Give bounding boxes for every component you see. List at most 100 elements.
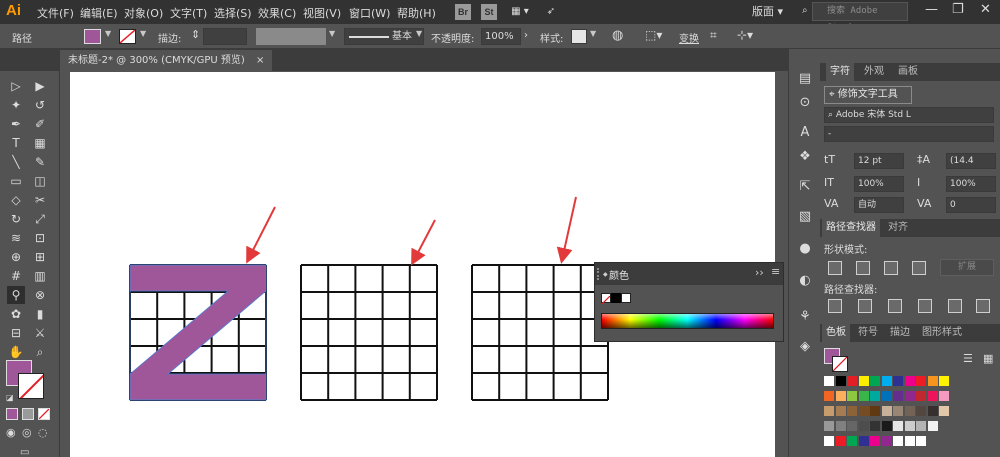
width-tool-icon[interactable]: ≋ <box>7 229 25 247</box>
color-swatch[interactable] <box>847 376 857 386</box>
blend-tool-icon[interactable]: ⊗ <box>31 286 49 304</box>
current-stroke-swatch[interactable] <box>832 356 848 372</box>
menu-file[interactable]: 文件(F) <box>37 5 74 21</box>
opacity-arrow-icon[interactable]: › <box>524 30 528 41</box>
color-swatch[interactable] <box>904 406 915 416</box>
vertical-scale-field[interactable]: 100% <box>854 176 904 192</box>
menu-effect[interactable]: 效果(C) <box>258 5 296 21</box>
color-swatch[interactable] <box>916 406 926 416</box>
shaper-tool-icon[interactable]: ◇ <box>7 191 25 209</box>
paintbrush-tool-icon[interactable]: ✎ <box>31 153 49 171</box>
none-mode-button[interactable] <box>38 408 50 420</box>
tab-appearance[interactable]: 外观 <box>860 63 888 81</box>
grid-tool-icon[interactable]: ▦ <box>31 134 49 152</box>
color-swatch[interactable] <box>927 406 938 416</box>
tab-stroke[interactable]: 描边 <box>886 324 914 342</box>
font-style-field[interactable]: - <box>824 126 994 142</box>
panel-arrows-icon[interactable]: ◆ <box>603 271 608 278</box>
export-icon[interactable]: ⇱ <box>795 177 815 197</box>
grid-view-icon[interactable]: ▦ <box>983 352 993 365</box>
color-swatch[interactable] <box>858 376 869 386</box>
rotate-tool-icon[interactable]: ↻ <box>7 210 25 228</box>
stroke-swatch[interactable] <box>18 373 44 399</box>
crop-button[interactable] <box>918 299 932 313</box>
slice-tool-icon[interactable]: ⚔ <box>31 324 49 342</box>
grid-2[interactable] <box>300 264 438 401</box>
artboard-tool-icon[interactable]: ⊟ <box>7 324 25 342</box>
brush-dropdown-icon[interactable]: ▼ <box>416 29 422 38</box>
color-swatch[interactable] <box>916 421 926 431</box>
document-tab[interactable]: 未标题-2* @ 300% (CMYK/GPU 预览) × <box>60 50 273 71</box>
fill-color-swatch[interactable] <box>84 29 101 44</box>
color-swatch[interactable] <box>835 376 846 386</box>
column-graph-tool-icon[interactable]: ▮ <box>31 305 49 323</box>
color-swatch[interactable] <box>939 391 949 401</box>
color-swatch[interactable] <box>870 391 880 401</box>
stroke-dropdown-icon[interactable]: ▼ <box>140 29 146 38</box>
font-size-field[interactable]: 12 pt <box>854 153 904 169</box>
color-swatch[interactable] <box>881 391 892 401</box>
transparency-icon[interactable]: ▧ <box>795 207 815 227</box>
line-segment-tool-icon[interactable]: ╲ <box>7 153 25 171</box>
perspective-grid-tool-icon[interactable]: ⊞ <box>31 248 49 266</box>
leading-field[interactable]: (14.4 <box>946 153 996 169</box>
color-swatch[interactable] <box>916 376 926 386</box>
menu-view[interactable]: 视图(V) <box>303 5 341 21</box>
color-swatch[interactable] <box>858 406 869 416</box>
color-swatch[interactable] <box>847 421 857 431</box>
menu-select[interactable]: 选择(S) <box>214 5 252 21</box>
eraser-tool-icon[interactable]: ◫ <box>31 172 49 190</box>
outline-button[interactable] <box>948 299 962 313</box>
isolate-object-icon[interactable]: ⌗ <box>710 28 717 43</box>
color-panel-icon[interactable]: ◐ <box>795 271 815 291</box>
color-swatch[interactable] <box>893 421 903 431</box>
color-swatch[interactable] <box>893 406 903 416</box>
align-icon[interactable]: ⬚▾ <box>645 28 662 42</box>
unite-button[interactable] <box>828 261 842 275</box>
draw-inside-icon[interactable]: ◌ <box>38 426 48 439</box>
color-swatch[interactable] <box>847 406 857 416</box>
fill-dropdown-icon[interactable]: ▼ <box>105 29 111 38</box>
color-swatch[interactable] <box>870 421 880 431</box>
color-swatch[interactable] <box>904 421 915 431</box>
tab-pathfinder[interactable]: 路径查找器 <box>822 219 880 237</box>
color-swatch[interactable] <box>893 436 903 446</box>
bridge-icon[interactable]: Br <box>455 4 471 20</box>
layers-icon[interactable]: ◈ <box>795 337 815 357</box>
draw-behind-icon[interactable]: ◎ <box>22 426 32 439</box>
character-panel-icon[interactable]: A <box>795 123 815 143</box>
color-swatch[interactable] <box>881 376 892 386</box>
color-swatch[interactable] <box>881 436 892 446</box>
color-swatch[interactable] <box>939 376 949 386</box>
color-swatch[interactable] <box>881 406 892 416</box>
tab-symbols[interactable]: 符号 <box>854 324 882 342</box>
zoom-tool-icon[interactable]: ⌕ <box>31 343 49 361</box>
color-swatch[interactable] <box>835 406 846 416</box>
color-swatch[interactable] <box>858 391 869 401</box>
opacity-field[interactable]: 100% <box>481 28 521 45</box>
panel-grip[interactable] <box>597 268 600 280</box>
graphic-style-swatch[interactable] <box>571 29 587 44</box>
font-family-field[interactable]: ⌕ Adobe 宋体 Std L <box>824 107 994 123</box>
profile-dropdown-icon[interactable]: ▼ <box>329 29 335 38</box>
scissors-tool-icon[interactable]: ✂ <box>31 191 49 209</box>
stroke-weight-stepper[interactable]: ⇕ <box>191 28 200 41</box>
navigator-icon[interactable]: ⊙ <box>795 93 815 113</box>
color-swatch[interactable] <box>870 376 880 386</box>
color-swatch[interactable] <box>847 436 857 446</box>
horizontal-scale-field[interactable]: 100% <box>946 176 996 192</box>
divide-button[interactable] <box>828 299 842 313</box>
minimize-button[interactable]: — <box>925 2 938 17</box>
grid-3[interactable] <box>471 264 609 401</box>
tab-artboards[interactable]: 画板 <box>894 63 922 81</box>
menu-help[interactable]: 帮助(H) <box>397 5 436 21</box>
workspace-switcher[interactable]: 版面 ▾ <box>752 2 796 21</box>
color-swatch[interactable] <box>916 391 926 401</box>
adobe-stock-search-input[interactable]: 搜索 Adobe Stock <box>812 2 908 33</box>
merge-button[interactable] <box>888 299 902 313</box>
magic-wand-tool-icon[interactable]: ✦ <box>7 96 25 114</box>
color-swatch[interactable] <box>927 376 938 386</box>
gradient-tool-icon[interactable]: ▥ <box>31 267 49 285</box>
white-color-chip[interactable] <box>621 293 631 303</box>
tracking-field[interactable]: 0 <box>946 197 996 213</box>
